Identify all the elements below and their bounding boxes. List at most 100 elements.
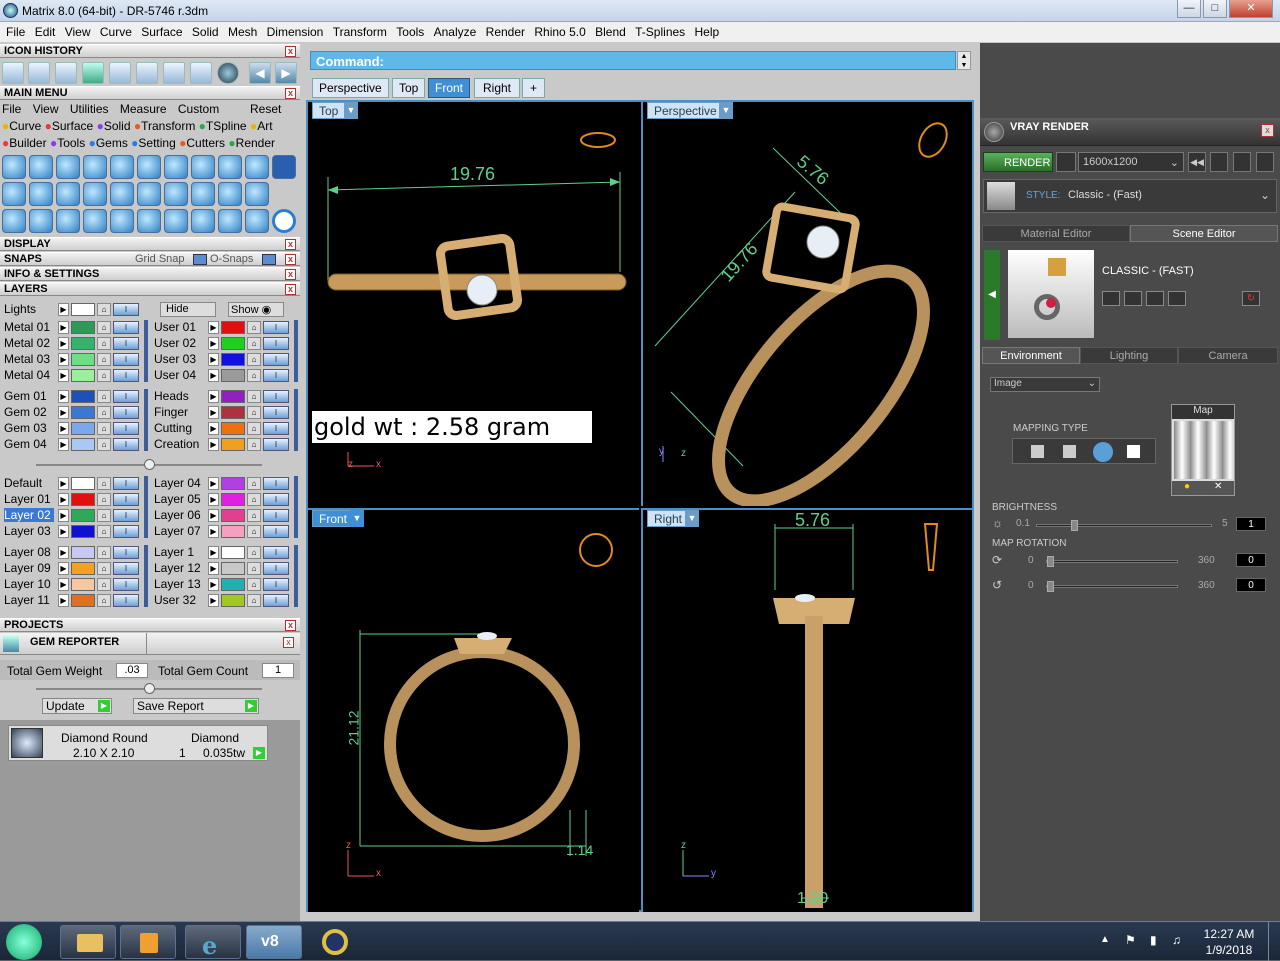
layer-color-swatch[interactable] xyxy=(221,369,245,382)
layer-color-swatch[interactable] xyxy=(221,509,245,522)
expand-arrow-icon[interactable]: ▶ xyxy=(58,509,69,522)
expand-arrow-icon[interactable]: ▶ xyxy=(58,390,69,403)
layer-color-swatch[interactable] xyxy=(71,546,95,559)
rotation-horizontal-slider[interactable] xyxy=(1046,556,1178,567)
lock-icon[interactable]: ⌂ xyxy=(97,594,111,607)
layer-color-swatch[interactable] xyxy=(221,422,245,435)
layer-color-swatch[interactable] xyxy=(71,438,95,451)
tab-lighting[interactable]: Lighting xyxy=(1080,347,1178,364)
tool-icon[interactable] xyxy=(164,155,188,179)
visible-icon[interactable]: I xyxy=(263,546,289,559)
brightness-value[interactable]: 1 xyxy=(1236,517,1266,531)
layer-row[interactable]: Heads ▶ ⌂ I xyxy=(154,389,294,404)
main-menu-measure[interactable]: Measure xyxy=(120,102,167,116)
viewport-perspective[interactable]: Perspective ▼ 5.76 19.76 y z xyxy=(641,102,972,506)
lock-icon[interactable]: ⌂ xyxy=(97,353,111,366)
expand-arrow-icon[interactable]: ▶ xyxy=(208,562,219,575)
layer-row[interactable]: Layer 11 ▶ ⌂ I xyxy=(4,593,144,608)
lock-icon[interactable]: ⌂ xyxy=(97,406,111,419)
tool-icon[interactable] xyxy=(29,182,53,206)
viewport-front[interactable]: Front ▼ 21.12 1.14 z x xyxy=(308,508,639,912)
expand-arrow-icon[interactable]: ▶ xyxy=(58,369,69,382)
lock-icon[interactable]: ⌂ xyxy=(247,406,261,419)
layer-color-swatch[interactable] xyxy=(71,353,95,366)
clock-date[interactable]: 1/9/2018 xyxy=(1203,943,1255,957)
tool-icon[interactable] xyxy=(218,155,242,179)
rewind-icon[interactable]: ◀◀ xyxy=(1188,152,1206,172)
category-cutters[interactable]: ●Cutters xyxy=(179,136,225,150)
expand-arrow-icon[interactable]: ▶ xyxy=(208,422,219,435)
update-button[interactable]: Update ▶ xyxy=(42,698,112,714)
visible-icon[interactable]: I xyxy=(263,321,289,334)
clock-time[interactable]: 12:27 AM xyxy=(1203,927,1255,941)
minimize-button[interactable]: — xyxy=(1177,0,1201,18)
menu-help[interactable]: Help xyxy=(689,22,720,39)
lock-icon[interactable]: ⌂ xyxy=(97,422,111,435)
close-icon[interactable]: x xyxy=(285,269,296,280)
explorer-taskbar-icon[interactable] xyxy=(60,925,116,959)
layer-row[interactable]: Layer 1 ▶ ⌂ I xyxy=(154,545,294,560)
layer-color-swatch[interactable] xyxy=(221,493,245,506)
layer-row[interactable]: Gem 03 ▶ ⌂ I xyxy=(4,421,144,436)
slider-handle[interactable] xyxy=(1071,520,1078,531)
tool-icon[interactable] xyxy=(245,182,269,206)
main-menu-file[interactable]: File xyxy=(2,102,21,116)
visible-icon[interactable]: I xyxy=(113,546,139,559)
layer-color-swatch[interactable] xyxy=(71,594,95,607)
lock-icon[interactable]: ⌂ xyxy=(97,438,111,451)
visible-icon[interactable]: I xyxy=(113,303,139,316)
lock-icon[interactable]: ⌂ xyxy=(97,578,111,591)
layer-row[interactable]: Layer 06 ▶ ⌂ I xyxy=(154,508,294,523)
lock-icon[interactable]: ⌂ xyxy=(247,353,261,366)
category-builder[interactable]: ●Builder xyxy=(2,136,47,150)
layer-color-swatch[interactable] xyxy=(221,546,245,559)
grid-icon[interactable] xyxy=(82,62,104,84)
layer-color-swatch[interactable] xyxy=(71,406,95,419)
layer-row[interactable]: Gem 02 ▶ ⌂ I xyxy=(4,405,144,420)
lock-icon[interactable]: ⌂ xyxy=(97,390,111,403)
lock-icon[interactable]: ⌂ xyxy=(97,337,111,350)
visible-icon[interactable]: I xyxy=(113,493,139,506)
layer-color-swatch[interactable] xyxy=(221,477,245,490)
menu-analyze[interactable]: Analyze xyxy=(428,22,477,39)
lock-icon[interactable]: ⌂ xyxy=(97,546,111,559)
layer-color-swatch[interactable] xyxy=(71,390,95,403)
layer-color-swatch[interactable] xyxy=(221,578,245,591)
expand-arrow-icon[interactable]: ▶ xyxy=(208,594,219,607)
tool-icon[interactable] xyxy=(56,209,80,233)
expand-arrow-icon[interactable]: ▶ xyxy=(208,509,219,522)
lock-icon[interactable]: ⌂ xyxy=(247,390,261,403)
category-gems[interactable]: ●Gems xyxy=(89,136,128,150)
tool-icon[interactable] xyxy=(110,182,134,206)
layer-color-swatch[interactable] xyxy=(71,509,95,522)
category-setting[interactable]: ●Setting xyxy=(131,136,176,150)
collapse-arrow-icon[interactable]: ◀ xyxy=(984,250,1000,340)
visible-icon[interactable]: I xyxy=(263,594,289,607)
category-tools[interactable]: ●Tools xyxy=(50,136,85,150)
tool-icon[interactable] xyxy=(83,209,107,233)
close-icon[interactable]: x xyxy=(285,620,296,631)
grid-snap-toggle[interactable] xyxy=(193,254,207,265)
tab-right[interactable]: Right xyxy=(474,78,521,98)
lock-icon[interactable]: ⌂ xyxy=(247,477,261,490)
tool-icon[interactable] xyxy=(83,155,107,179)
environment-type-select[interactable]: Image ⌄ xyxy=(990,377,1100,392)
tab-environment[interactable]: Environment xyxy=(982,347,1080,364)
ring-app-taskbar-icon[interactable] xyxy=(308,925,364,959)
tool-icon[interactable] xyxy=(272,155,296,179)
layer-row[interactable]: User 04 ▶ ⌂ I xyxy=(154,368,294,383)
layer-color-swatch[interactable] xyxy=(71,578,95,591)
visible-icon[interactable]: I xyxy=(263,477,289,490)
eye-icon[interactable] xyxy=(1056,152,1076,172)
menu-mesh[interactable]: Mesh xyxy=(222,22,257,39)
frame-buffer-icon[interactable] xyxy=(1210,152,1228,172)
viewport-right[interactable]: Right ▼ 5.76 1.20 z y xyxy=(641,508,972,912)
import-icon[interactable] xyxy=(1146,291,1164,306)
save-report-button[interactable]: Save Report ▶ xyxy=(133,698,259,714)
visible-icon[interactable]: I xyxy=(113,422,139,435)
layer-row[interactable]: Layer 02 ▶ ⌂ I xyxy=(4,508,144,523)
tool-icon[interactable] xyxy=(2,155,26,179)
expand-arrow-icon[interactable]: ▶ xyxy=(58,353,69,366)
icon-history-header[interactable]: ICON HISTORY x xyxy=(0,44,300,58)
tool-icon[interactable] xyxy=(83,182,107,206)
